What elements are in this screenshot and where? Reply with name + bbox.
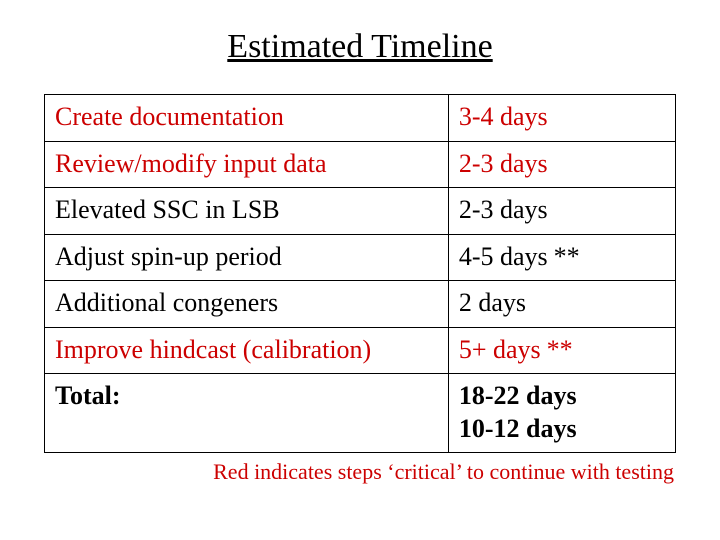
duration-cell: 4-5 days ** xyxy=(448,234,675,281)
timeline-body: Create documentation 3-4 days Review/modif… xyxy=(45,95,676,453)
duration-value: 18-22 days 10-12 days xyxy=(459,381,577,443)
duration-cell: 2-3 days xyxy=(448,141,675,188)
duration-cell: 2 days xyxy=(448,281,675,328)
task-cell: Improve hindcast (calibration) xyxy=(45,327,449,374)
page-title: Estimated Timeline xyxy=(44,28,676,66)
table-row: Total:18-22 days 10-12 days xyxy=(45,374,676,453)
task-cell: Additional congeners xyxy=(45,281,449,328)
slide: Estimated Timeline Create documentation 3… xyxy=(0,0,720,540)
duration-note: ** xyxy=(554,241,580,274)
duration-value: 5+ days xyxy=(459,335,541,364)
duration-cell: 5+ days ** xyxy=(448,327,675,374)
duration-value: 2-3 days xyxy=(459,195,548,224)
task-cell: Adjust spin-up period xyxy=(45,234,449,281)
task-cell: Review/modify input data xyxy=(45,141,449,188)
footnote: Red indicates steps ‘critical’ to contin… xyxy=(44,459,674,485)
duration-cell: 3-4 days xyxy=(448,95,675,142)
duration-value: 4-5 days xyxy=(459,242,548,271)
task-cell: Create documentation xyxy=(45,95,449,142)
duration-cell: 2-3 days xyxy=(448,188,675,235)
duration-value: 3-4 days xyxy=(459,102,548,131)
timeline-table: Create documentation 3-4 days Review/modif… xyxy=(44,94,676,453)
table-row: Review/modify input data 2-3 days xyxy=(45,141,676,188)
table-row: Improve hindcast (calibration)5+ days ** xyxy=(45,327,676,374)
table-row: Adjust spin-up period4-5 days ** xyxy=(45,234,676,281)
table-row: Elevated SSC in LSB 2-3 days xyxy=(45,188,676,235)
duration-note: ** xyxy=(547,334,573,367)
table-row: Additional congeners 2 days xyxy=(45,281,676,328)
task-cell: Elevated SSC in LSB xyxy=(45,188,449,235)
duration-value: 2 days xyxy=(459,288,526,317)
duration-value: 2-3 days xyxy=(459,149,548,178)
table-row: Create documentation 3-4 days xyxy=(45,95,676,142)
duration-cell: 18-22 days 10-12 days xyxy=(448,374,675,453)
task-cell: Total: xyxy=(45,374,449,453)
